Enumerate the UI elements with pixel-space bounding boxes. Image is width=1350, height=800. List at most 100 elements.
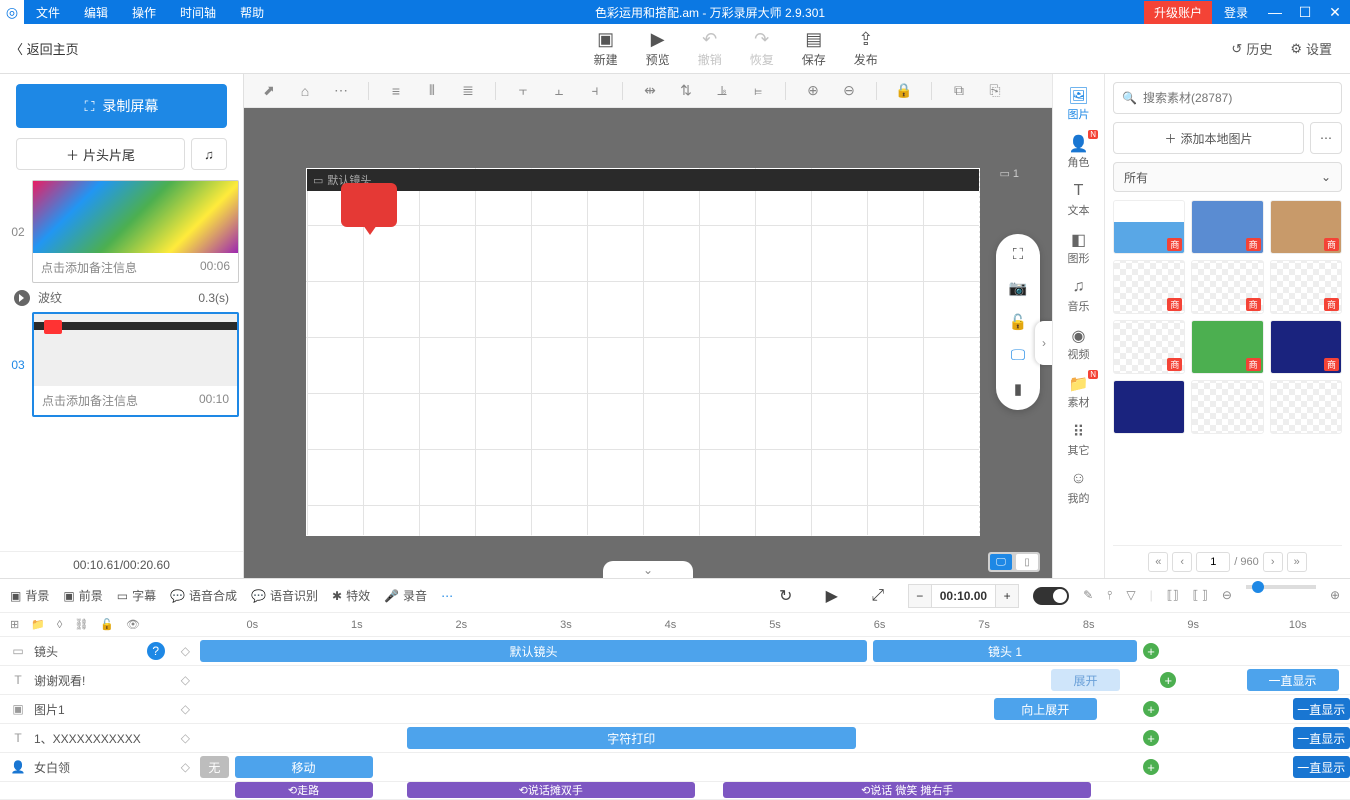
scene-note[interactable]: 点击添加备注信息 — [41, 259, 137, 276]
scene-item[interactable]: 02 点击添加备注信息00:06 — [4, 180, 239, 283]
cat-music[interactable]: ♫音乐 — [1053, 274, 1104, 318]
fg-button[interactable]: ▣前景 — [63, 587, 102, 604]
asset-search[interactable]: 🔍 — [1113, 82, 1342, 114]
stage-collapse-handle[interactable]: ⌄ — [603, 561, 693, 578]
filter-icon[interactable]: ⫯ — [1107, 588, 1112, 603]
replay-button[interactable]: ↻ — [774, 584, 798, 608]
record-screen-button[interactable]: ⛶录制屏幕 — [16, 84, 227, 128]
zoom-slider[interactable] — [1246, 585, 1316, 589]
lock-icon[interactable]: 🔓 — [100, 618, 114, 631]
transition-play-icon[interactable] — [14, 290, 30, 306]
time-minus[interactable]: − — [908, 584, 932, 608]
asr-button[interactable]: 💬语音识别 — [251, 587, 318, 604]
menu-help[interactable]: 帮助 — [228, 4, 276, 21]
help-icon[interactable]: ? — [147, 642, 165, 660]
asset-item[interactable]: 商 — [1270, 200, 1342, 254]
new-button[interactable]: ▣新建 — [594, 29, 618, 68]
add-marker[interactable]: + — [1143, 643, 1159, 659]
asset-filter-dropdown[interactable]: 所有⌄ — [1113, 162, 1342, 192]
asset-item[interactable]: 商 — [1270, 260, 1342, 314]
clip-none[interactable]: 无 — [200, 756, 229, 778]
asset-item[interactable]: 商 — [1191, 200, 1263, 254]
upgrade-button[interactable]: 升级账户 — [1144, 1, 1212, 24]
clip-always-show[interactable]: 一直显示 — [1293, 698, 1350, 720]
time-plus[interactable]: + — [995, 584, 1019, 608]
zoom-in-icon[interactable]: ⊕ — [804, 82, 822, 99]
clip-walk[interactable]: ⟲ 走路 — [235, 782, 373, 798]
align-top-icon[interactable]: ⫟ — [514, 82, 532, 99]
settings-button[interactable]: ⚙设置 — [1290, 39, 1332, 58]
asset-search-input[interactable] — [1143, 91, 1333, 105]
asset-item[interactable]: 商 — [1113, 320, 1185, 374]
zoom-out-icon[interactable]: ⊖ — [840, 82, 858, 99]
bg-button[interactable]: ▣背景 — [10, 587, 49, 604]
transition-row[interactable]: 波纹 0.3(s) — [4, 285, 239, 310]
back-home-button[interactable]: 〈 返回主页 — [10, 39, 79, 58]
tts-button[interactable]: 💬语音合成 — [170, 587, 237, 604]
clip-expand[interactable]: 展开 — [1051, 669, 1120, 691]
menu-edit[interactable]: 编辑 — [72, 4, 120, 21]
fullscreen-play[interactable]: ⤢ — [866, 584, 890, 608]
preview-button[interactable]: ▶预览 — [646, 29, 670, 68]
cat-material[interactable]: 📁素材N — [1053, 370, 1104, 414]
out-icon[interactable]: ⟦ ⟧ — [1193, 588, 1208, 603]
more-icon[interactable]: ⋯ — [332, 82, 350, 99]
pager-last[interactable]: » — [1287, 552, 1307, 572]
eye-icon[interactable]: 👁 — [126, 618, 140, 631]
minimize-button[interactable]: — — [1260, 0, 1290, 24]
asset-item[interactable]: 商 — [1113, 200, 1185, 254]
device-desktop[interactable]: 🖵 — [990, 554, 1012, 570]
more-tools[interactable]: ⋯ — [441, 589, 453, 603]
align-bottom-icon[interactable]: ⫞ — [586, 82, 604, 99]
speech-bubble-shape[interactable] — [341, 183, 397, 227]
clip-char-print[interactable]: 字符打印 — [407, 727, 856, 749]
timeline-ruler[interactable]: ⊞ 📁 ◊ ⛓ 🔓 👁 0s 1s 2s 3s 4s 5s 6s 7s 8s 9… — [0, 613, 1350, 637]
asset-item[interactable]: 商 — [1270, 320, 1342, 374]
add-marker[interactable]: + — [1143, 730, 1159, 746]
home-icon[interactable]: ⌂ — [296, 83, 314, 99]
cat-text[interactable]: T文本 — [1053, 178, 1104, 222]
distribute-icon[interactable]: ⫡ — [713, 82, 731, 99]
funnel-icon[interactable]: ▽ — [1126, 588, 1135, 603]
lock-icon[interactable]: 🔒 — [895, 82, 913, 99]
menu-action[interactable]: 操作 — [120, 4, 168, 21]
canvas-frame[interactable]: ▭ 默认镜头 ▭ 1 — [306, 168, 980, 536]
audio-button[interactable]: ♫ — [191, 138, 227, 170]
zoom-out-icon[interactable]: ⊖ — [1222, 588, 1232, 603]
tool-icon[interactable]: ⛓ — [74, 618, 88, 631]
effect-button[interactable]: ✱特效 — [332, 587, 370, 604]
pager-input[interactable] — [1196, 552, 1230, 572]
cat-image[interactable]: 🖼图片 — [1053, 82, 1104, 126]
align-left-icon[interactable]: ≡ — [387, 83, 405, 99]
add-marker[interactable]: + — [1143, 701, 1159, 717]
stage[interactable]: ▭ 默认镜头 ▭ 1 ⛶ 📷 🔓 🖵 ▮ › ⌄ 🖵 ▯ — [244, 108, 1052, 578]
clip-talk-hands[interactable]: ⟲ 说话摊双手 — [407, 782, 695, 798]
play-button[interactable]: ▶ — [820, 584, 844, 608]
head-tail-button[interactable]: ＋片头片尾 — [16, 138, 185, 170]
mobile-icon[interactable]: ▮ — [1014, 380, 1022, 398]
more-button[interactable]: ⋯ — [1310, 122, 1342, 154]
align-right-icon[interactable]: ≣ — [459, 82, 477, 99]
login-button[interactable]: 登录 — [1212, 1, 1260, 24]
asset-item[interactable]: 商 — [1113, 260, 1185, 314]
clip-always-show[interactable]: 一直显示 — [1293, 727, 1350, 749]
tool-icon[interactable]: ◊ — [57, 619, 62, 631]
pager-prev[interactable]: ‹ — [1172, 552, 1192, 572]
camera-icon[interactable]: 📷 — [1009, 279, 1028, 297]
asset-item[interactable]: 商 — [1191, 260, 1263, 314]
asset-item[interactable] — [1270, 380, 1342, 434]
maximize-button[interactable]: ☐ — [1290, 0, 1320, 24]
in-icon[interactable]: ⟦⟧ — [1167, 588, 1179, 603]
asset-item[interactable] — [1113, 380, 1185, 434]
menu-file[interactable]: 文件 — [24, 4, 72, 21]
subtitle-button[interactable]: ▭字幕 — [117, 587, 156, 604]
copy-icon[interactable]: ⧉ — [950, 82, 968, 99]
edit-icon[interactable]: ✎ — [1083, 588, 1093, 603]
scene-item[interactable]: 03 点击添加备注信息00:10 — [4, 312, 239, 417]
clip-talk-smile[interactable]: ⟲ 说话 微笑 摊右手 — [723, 782, 1091, 798]
device-mobile[interactable]: ▯ — [1016, 554, 1038, 570]
scene-note[interactable]: 点击添加备注信息 — [42, 392, 138, 409]
history-button[interactable]: ↺历史 — [1231, 39, 1272, 58]
add-marker[interactable]: + — [1143, 759, 1159, 775]
cat-shape[interactable]: ◧图形 — [1053, 226, 1104, 270]
